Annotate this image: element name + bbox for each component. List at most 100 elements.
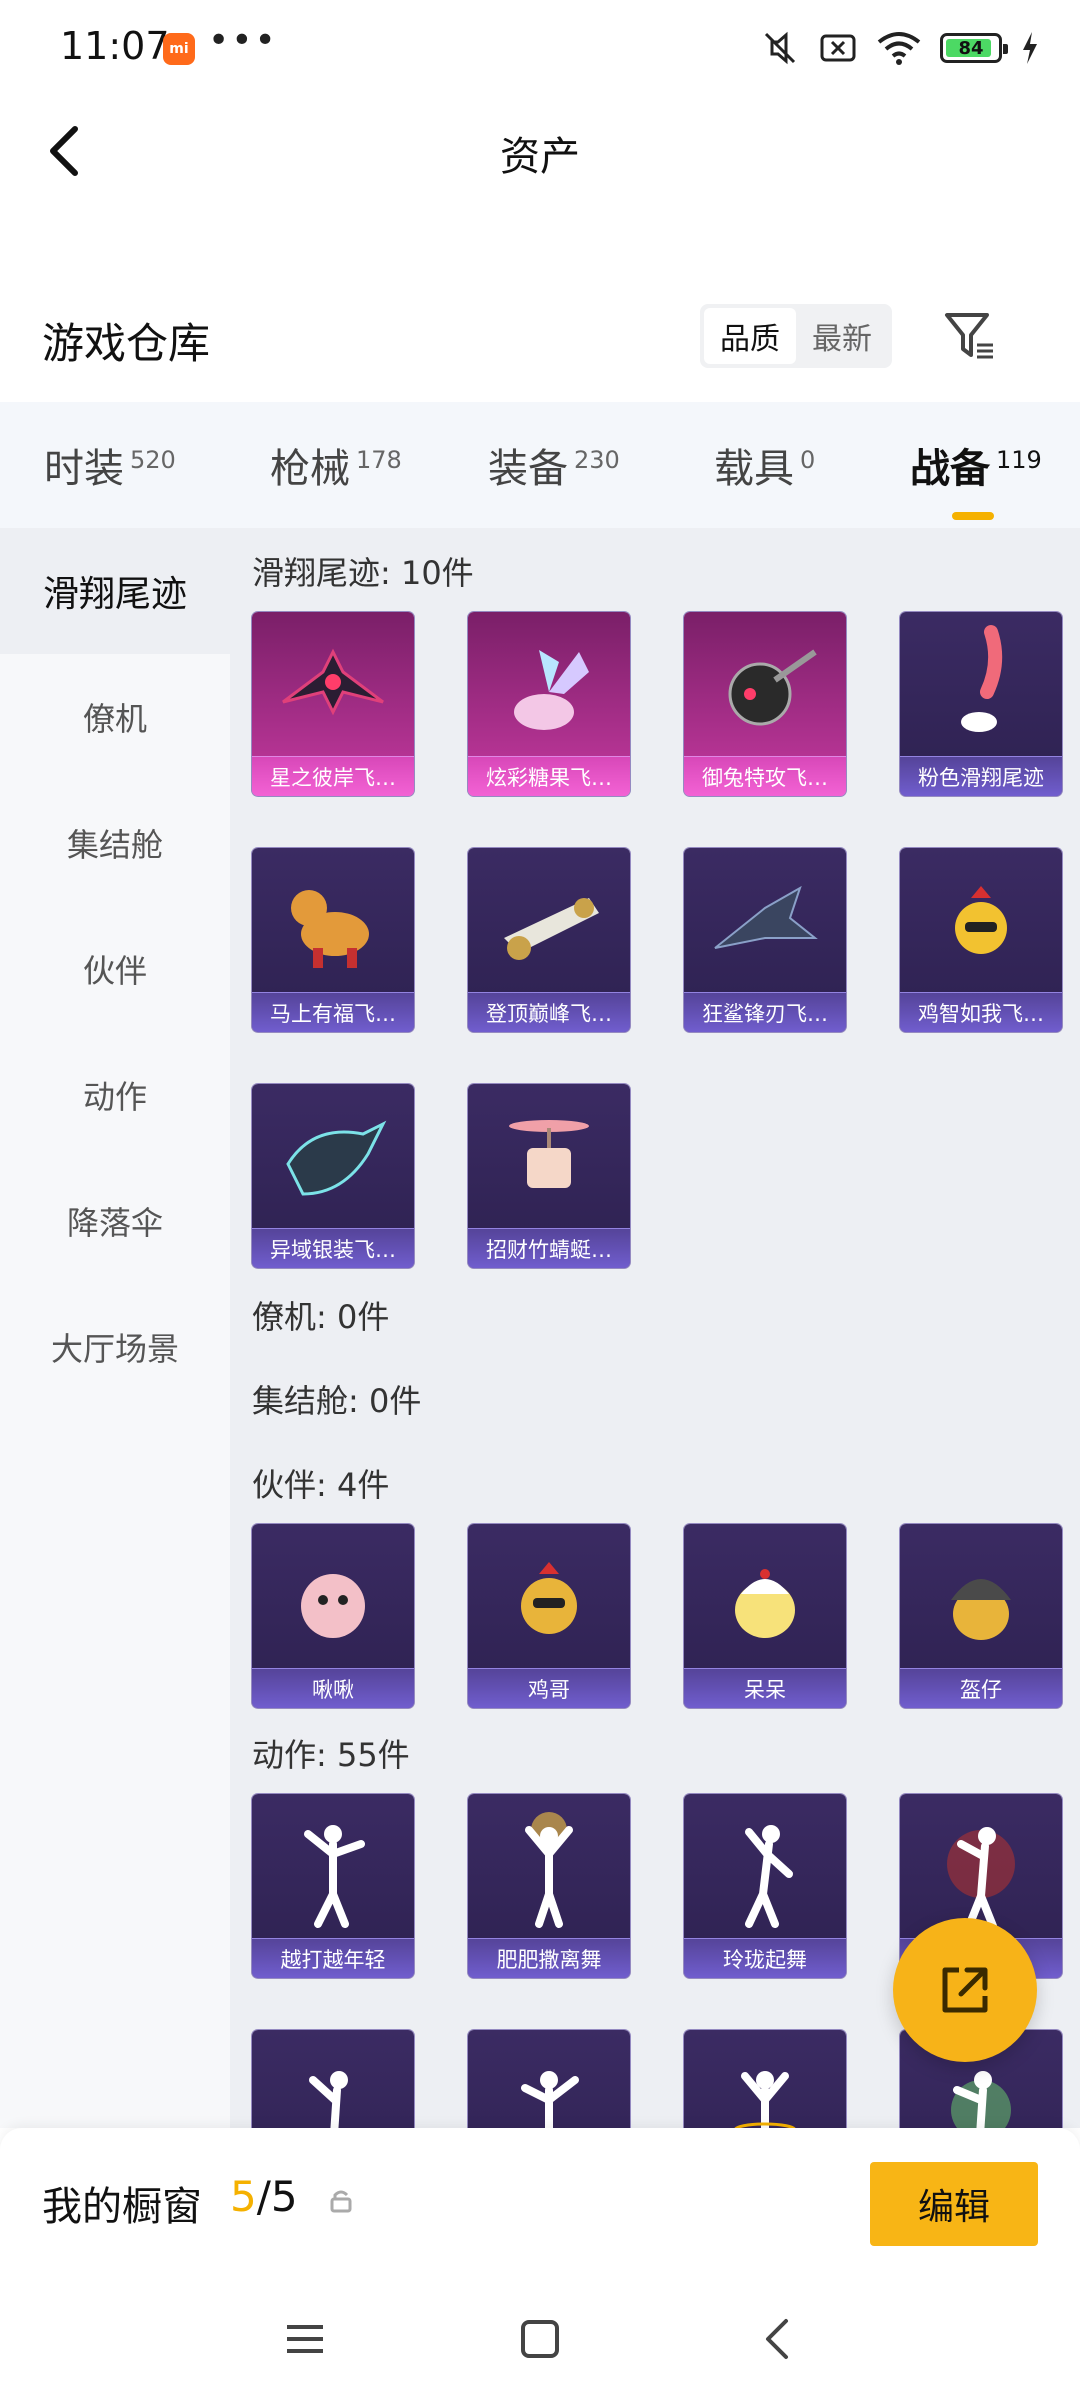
sidebar-item-action[interactable]: 动作 xyxy=(0,1032,230,1158)
silver-glider-icon xyxy=(252,1084,414,1234)
item-label: 呆呆 xyxy=(684,1668,846,1708)
item-label: 粉色滑翔尾迹 xyxy=(900,756,1062,796)
item-tile[interactable] xyxy=(252,2030,414,2128)
item-tile[interactable]: 鸡智如我飞… xyxy=(900,848,1062,1032)
dance-pose-icon xyxy=(684,2030,846,2128)
menu-icon xyxy=(287,2325,323,2353)
tab-vehicles[interactable]: 载具 0 xyxy=(714,436,815,494)
item-tile[interactable]: 啾啾 xyxy=(252,1524,414,1708)
item-tile[interactable] xyxy=(684,2030,846,2128)
item-tile[interactable]: 呆呆 xyxy=(684,1524,846,1708)
category-tabs: 时装 520 枪械 178 装备 230 载具 0 战备 119 xyxy=(0,402,1080,528)
sort-toggle: 品质 最新 xyxy=(700,304,892,368)
home-button[interactable] xyxy=(515,2314,565,2364)
item-label: 啾啾 xyxy=(252,1668,414,1708)
home-square-icon xyxy=(521,2320,559,2358)
item-tile[interactable]: 御兔特攻飞… xyxy=(684,612,846,796)
item-list: 滑翔尾迹: 10件 星之彼岸飞… 炫彩糖果飞… 御兔特攻飞… 粉色滑翔尾迹 马上… xyxy=(230,528,1080,2128)
item-tile[interactable]: 星之彼岸飞… xyxy=(252,612,414,796)
item-label: 鸡智如我飞… xyxy=(900,992,1062,1032)
sidebar-item-wingman[interactable]: 僚机 xyxy=(0,654,230,780)
page-title: 资产 xyxy=(500,134,580,180)
subcategory-sidebar: 滑翔尾迹 僚机 集结舱 伙伴 动作 降落伞 大厅场景 xyxy=(0,528,230,2128)
sort-newest-button[interactable]: 最新 xyxy=(796,308,888,364)
filter-icon xyxy=(945,313,993,359)
chick-icon xyxy=(684,1524,846,1674)
filter-button[interactable] xyxy=(938,304,1002,368)
status-bar: 11:07 mi ••• 84 xyxy=(0,0,1080,96)
item-tile[interactable] xyxy=(468,2030,630,2128)
item-tile[interactable]: 盔仔 xyxy=(900,1524,1062,1708)
item-tile[interactable]: 狂鲨锋刃飞… xyxy=(684,848,846,1032)
chicken-glider-icon xyxy=(900,848,1062,998)
tab-label: 时装 xyxy=(44,446,124,492)
tab-label: 装备 xyxy=(488,446,568,492)
sidebar-item-lobby-scene[interactable]: 大厅场景 xyxy=(0,1284,230,1410)
section-title-wingman: 僚机: 0件 xyxy=(252,1298,390,1336)
item-tile[interactable]: 越打越年轻 xyxy=(252,1794,414,1978)
item-tile[interactable]: 炫彩糖果飞… xyxy=(468,612,630,796)
showcase-label: 我的橱窗 xyxy=(42,2184,202,2230)
tab-guns[interactable]: 枪械 178 xyxy=(270,436,402,494)
showcase-count: 5/5 xyxy=(230,2172,298,2221)
chicken-bro-icon xyxy=(468,1524,630,1674)
section-title-partner: 伙伴: 4件 xyxy=(252,1466,390,1504)
dance-pose-icon xyxy=(252,2030,414,2128)
item-label: 越打越年轻 xyxy=(252,1938,414,1978)
item-label: 御兔特攻飞… xyxy=(684,756,846,796)
share-fab[interactable] xyxy=(893,1918,1037,2062)
item-tile[interactable]: 粉色滑翔尾迹 xyxy=(900,612,1062,796)
battery-icon: 84 xyxy=(940,33,1008,63)
item-tile[interactable]: 鸡哥 xyxy=(468,1524,630,1708)
showcase-count-total: /5 xyxy=(256,2172,298,2221)
status-icons: 84 xyxy=(760,28,1040,68)
section-title-glide: 滑翔尾迹: 10件 xyxy=(252,554,474,592)
mi-app-icon: mi xyxy=(163,33,195,65)
item-tile[interactable]: 肥肥撒离舞 xyxy=(468,1794,630,1978)
shark-glider-icon xyxy=(684,848,846,998)
sim-off-icon xyxy=(820,34,856,62)
sidebar-item-parachute[interactable]: 降落伞 xyxy=(0,1158,230,1284)
wifi-icon xyxy=(877,32,921,65)
tab-label: 枪械 xyxy=(270,446,350,492)
status-time: 11:07 xyxy=(60,24,170,68)
candy-glider-icon xyxy=(468,612,630,762)
item-label: 炫彩糖果飞… xyxy=(468,756,630,796)
sidebar-item-pod[interactable]: 集结舱 xyxy=(0,780,230,906)
pink-trail-icon xyxy=(900,612,1062,762)
share-icon xyxy=(942,1967,988,2013)
nav-back-button[interactable] xyxy=(752,2314,802,2364)
tab-equipment[interactable]: 装备 230 xyxy=(488,436,620,494)
item-tile[interactable]: 马上有福飞… xyxy=(252,848,414,1032)
lock-icon xyxy=(330,2190,352,2213)
dance-pose-icon xyxy=(468,1794,630,1944)
item-label: 异域银装飞… xyxy=(252,1228,414,1268)
sidebar-item-partner[interactable]: 伙伴 xyxy=(0,906,230,1032)
system-nav-bar xyxy=(0,2274,1080,2400)
section-title-pod: 集结舱: 0件 xyxy=(252,1382,422,1420)
item-tile[interactable]: 玲珑起舞 xyxy=(684,1794,846,1978)
chevron-left-icon xyxy=(766,2319,788,2359)
tab-label: 载具 xyxy=(714,446,794,492)
edit-button[interactable]: 编辑 xyxy=(870,2162,1038,2246)
item-tile[interactable]: 异域银装飞… xyxy=(252,1084,414,1268)
dance-pose-icon xyxy=(468,2030,630,2128)
sort-quality-button[interactable]: 品质 xyxy=(704,308,796,364)
tab-count: 178 xyxy=(356,446,402,474)
item-label: 狂鲨锋刃飞… xyxy=(684,992,846,1032)
tab-fashion[interactable]: 时装 520 xyxy=(44,436,176,494)
warehouse-header: 游戏仓库 品质 最新 xyxy=(0,290,1080,380)
tab-label: 战备 xyxy=(910,446,990,492)
recent-apps-button[interactable] xyxy=(280,2314,330,2364)
item-label: 马上有福飞… xyxy=(252,992,414,1032)
item-tile[interactable]: 登顶巅峰飞… xyxy=(468,848,630,1032)
tab-count: 119 xyxy=(996,446,1042,474)
tab-combat-gear[interactable]: 战备 119 xyxy=(910,436,1042,520)
sidebar-item-glide-trail[interactable]: 滑翔尾迹 xyxy=(0,528,230,654)
item-tile[interactable]: 招财竹蜻蜓… xyxy=(468,1084,630,1268)
tab-count: 230 xyxy=(574,446,620,474)
bamboo-copter-icon xyxy=(468,1084,630,1234)
tab-count: 520 xyxy=(130,446,176,474)
item-label: 盔仔 xyxy=(900,1668,1062,1708)
dance-pose-icon xyxy=(684,1794,846,1944)
